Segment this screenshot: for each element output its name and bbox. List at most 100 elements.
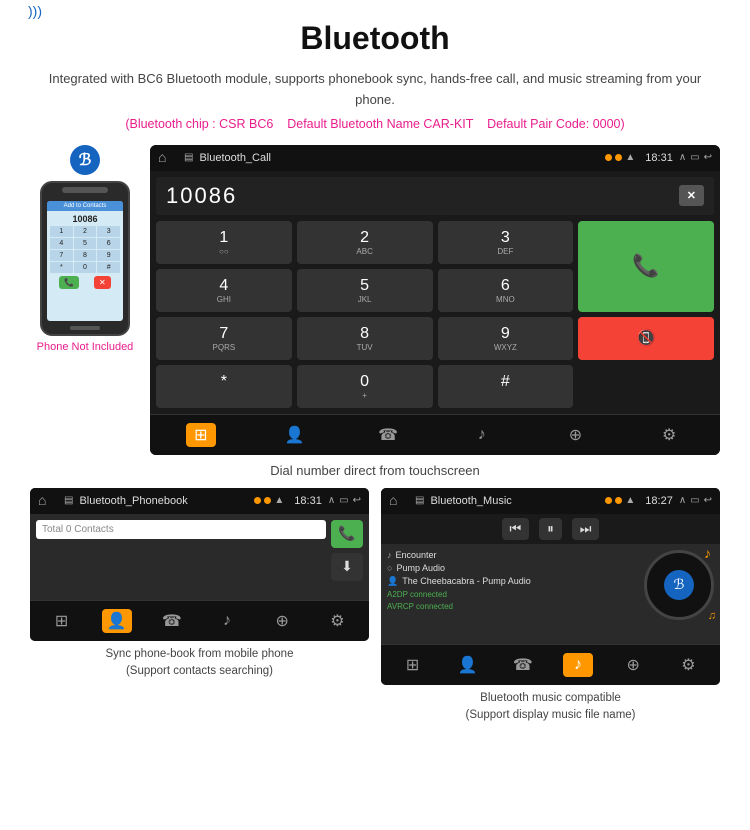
- pb-sim-icon: ▤: [64, 495, 73, 506]
- expand-icon: ∧: [679, 152, 686, 163]
- dial-display: 10086 ✕: [156, 177, 714, 215]
- pb-time: 18:31: [294, 495, 322, 507]
- pb-grid-icon[interactable]: ⊞: [47, 609, 77, 633]
- pb-dot2: [264, 497, 271, 504]
- bottombar-contact-icon[interactable]: 👤: [279, 423, 309, 447]
- ms-music-icon[interactable]: ♪: [563, 653, 593, 677]
- phone-key: *: [50, 262, 73, 273]
- pb-download-btn[interactable]: ⬇: [331, 553, 363, 581]
- pb-bottombar: ⊞ 👤 ☎ ♪ ⊕ ⚙: [30, 600, 369, 641]
- phone-key: 5: [74, 238, 97, 249]
- call-button[interactable]: 📞: [578, 221, 714, 312]
- pb-dot1: [254, 497, 261, 504]
- ms-contact-icon[interactable]: 👤: [453, 653, 483, 677]
- key-8[interactable]: 8TUV: [297, 317, 433, 360]
- play-pause-button[interactable]: ⏸: [539, 518, 562, 540]
- phonebook-screen: ⌂ ▤ Bluetooth_Phonebook ▲ 18:31 ∧ ▭ ↩: [30, 488, 369, 641]
- ms-call-icon[interactable]: ☎: [508, 653, 538, 677]
- pb-back-icon: ↩: [353, 495, 361, 506]
- phonebook-side-btns: 📞 ⬇: [331, 520, 363, 594]
- key-hash[interactable]: #: [438, 365, 574, 408]
- pb-contact-icon[interactable]: 👤: [102, 609, 132, 633]
- avrcp-status: AVRCP connected: [387, 602, 639, 611]
- ms-grid-icon[interactable]: ⊞: [398, 653, 428, 677]
- ms-settings-icon[interactable]: ⚙: [673, 653, 703, 677]
- pb-link-icon[interactable]: ⊕: [267, 609, 297, 633]
- bt-album-icon: ℬ: [664, 570, 694, 600]
- phonebook-list: [36, 544, 326, 594]
- dial-section: ℬ ))) Add to Contacts 10086 1 2 3 4 5 6 …: [30, 145, 720, 455]
- music-content: ♪ Encounter ○ Pump Audio 👤 The Cheebacab…: [381, 544, 720, 644]
- dot-orange: [605, 154, 612, 161]
- pb-wifi: ▲: [274, 495, 284, 506]
- bottombar-link-icon[interactable]: ⊕: [560, 423, 590, 447]
- key-5[interactable]: 5JKL: [297, 269, 433, 312]
- pair-code-label: Default Pair Code: 0000): [487, 117, 625, 131]
- dot-orange2: [615, 154, 622, 161]
- statusbar-icons: ∧ ▭ ↩: [679, 152, 712, 163]
- bottombar-music-icon[interactable]: ♪: [467, 423, 497, 447]
- key-4[interactable]: 4GHI: [156, 269, 292, 312]
- phone-screen-bottom: 📞 ✕: [47, 273, 123, 291]
- ms-bottombar: ⊞ 👤 ☎ ♪ ⊕ ⚙: [381, 644, 720, 685]
- bottombar-settings-icon[interactable]: ⚙: [654, 423, 684, 447]
- statusbar-title: Bluetooth_Call: [199, 152, 599, 164]
- a2dp-status: A2DP connected: [387, 590, 639, 599]
- key-6[interactable]: 6MNO: [438, 269, 574, 312]
- window-icon: ▭: [690, 152, 699, 163]
- phonebook-area: Total 0 Contacts 📞 ⬇: [30, 514, 369, 600]
- key-star[interactable]: *: [156, 365, 292, 408]
- chip-label: (Bluetooth chip : CSR BC6: [125, 117, 273, 131]
- music-statusbar: ⌂ ▤ Bluetooth_Music ▲ 18:27 ∧ ▭ ↩: [381, 488, 720, 514]
- call-icon: 📞: [632, 253, 659, 279]
- bottombar-call-icon[interactable]: ☎: [373, 423, 403, 447]
- phone-key: 1: [50, 226, 73, 237]
- phonebook-caption-line2: (Support contacts searching): [126, 665, 273, 677]
- key-1[interactable]: 1○○: [156, 221, 292, 264]
- phonebook-search[interactable]: Total 0 Contacts: [36, 520, 326, 539]
- phone-key: 6: [97, 238, 120, 249]
- bt-waves: ))): [28, 3, 42, 19]
- phone-key: 7: [50, 250, 73, 261]
- key-2[interactable]: 2ABC: [297, 221, 433, 264]
- dial-number[interactable]: 10086: [166, 183, 237, 209]
- bottombar-grid-icon[interactable]: ⊞: [186, 423, 216, 447]
- music-screen: ⌂ ▤ Bluetooth_Music ▲ 18:27 ∧ ▭ ↩: [381, 488, 720, 685]
- pb-statusbar-title: Bluetooth_Phonebook: [79, 495, 248, 507]
- pb-music-icon[interactable]: ♪: [212, 609, 242, 633]
- end-call-button[interactable]: 📵: [578, 317, 714, 360]
- phone-key: 8: [74, 250, 97, 261]
- ms-link-icon[interactable]: ⊕: [618, 653, 648, 677]
- home-icon: ⌂: [158, 149, 178, 167]
- track3-icon: 👤: [387, 576, 398, 587]
- phonebook-caption: Sync phone-book from mobile phone (Suppo…: [106, 646, 294, 681]
- sim-icon: ▤: [184, 152, 193, 163]
- pb-settings-icon[interactable]: ⚙: [322, 609, 352, 633]
- music-screen-wrap: ⌂ ▤ Bluetooth_Music ▲ 18:27 ∧ ▭ ↩: [381, 488, 720, 725]
- phone-key: 4: [50, 238, 73, 249]
- phone-screen-header: Add to Contacts: [47, 201, 123, 211]
- backspace-button[interactable]: ✕: [679, 185, 704, 206]
- bt-name-label: Default Bluetooth Name CAR-KIT: [287, 117, 473, 131]
- track-1: ♪ Encounter: [387, 550, 639, 560]
- pb-call-btn[interactable]: 📞: [331, 520, 363, 548]
- bluetooth-icon: ℬ: [70, 145, 100, 175]
- track2-icon: ○: [387, 563, 392, 573]
- key-9[interactable]: 9WXYZ: [438, 317, 574, 360]
- phone-screen-grid: 1 2 3 4 5 6 7 8 9 * 0 #: [47, 226, 123, 273]
- key-0[interactable]: 0+: [297, 365, 433, 408]
- bottom-screens: ⌂ ▤ Bluetooth_Phonebook ▲ 18:31 ∧ ▭ ↩: [30, 488, 720, 725]
- prev-button[interactable]: ⏮: [502, 518, 530, 540]
- phone-mockup: ℬ ))) Add to Contacts 10086 1 2 3 4 5 6 …: [30, 145, 140, 353]
- ms-statusbar-title: Bluetooth_Music: [430, 495, 599, 507]
- dialpad: 1○○ 2ABC 3DEF 📞 4GHI 5JKL 6MNO 7PQRS 8TU…: [150, 221, 720, 414]
- pb-status-icons: ∧ ▭ ↩: [328, 495, 361, 506]
- ms-status-icons: ∧ ▭ ↩: [679, 495, 712, 506]
- pb-call-icon[interactable]: ☎: [157, 609, 187, 633]
- pb-dots: ▲: [254, 495, 284, 506]
- key-7[interactable]: 7PQRS: [156, 317, 292, 360]
- phonebook-screen-wrap: ⌂ ▤ Bluetooth_Phonebook ▲ 18:31 ∧ ▭ ↩: [30, 488, 369, 725]
- ms-dot1: [605, 497, 612, 504]
- key-3[interactable]: 3DEF: [438, 221, 574, 264]
- next-button[interactable]: ⏭: [572, 518, 600, 540]
